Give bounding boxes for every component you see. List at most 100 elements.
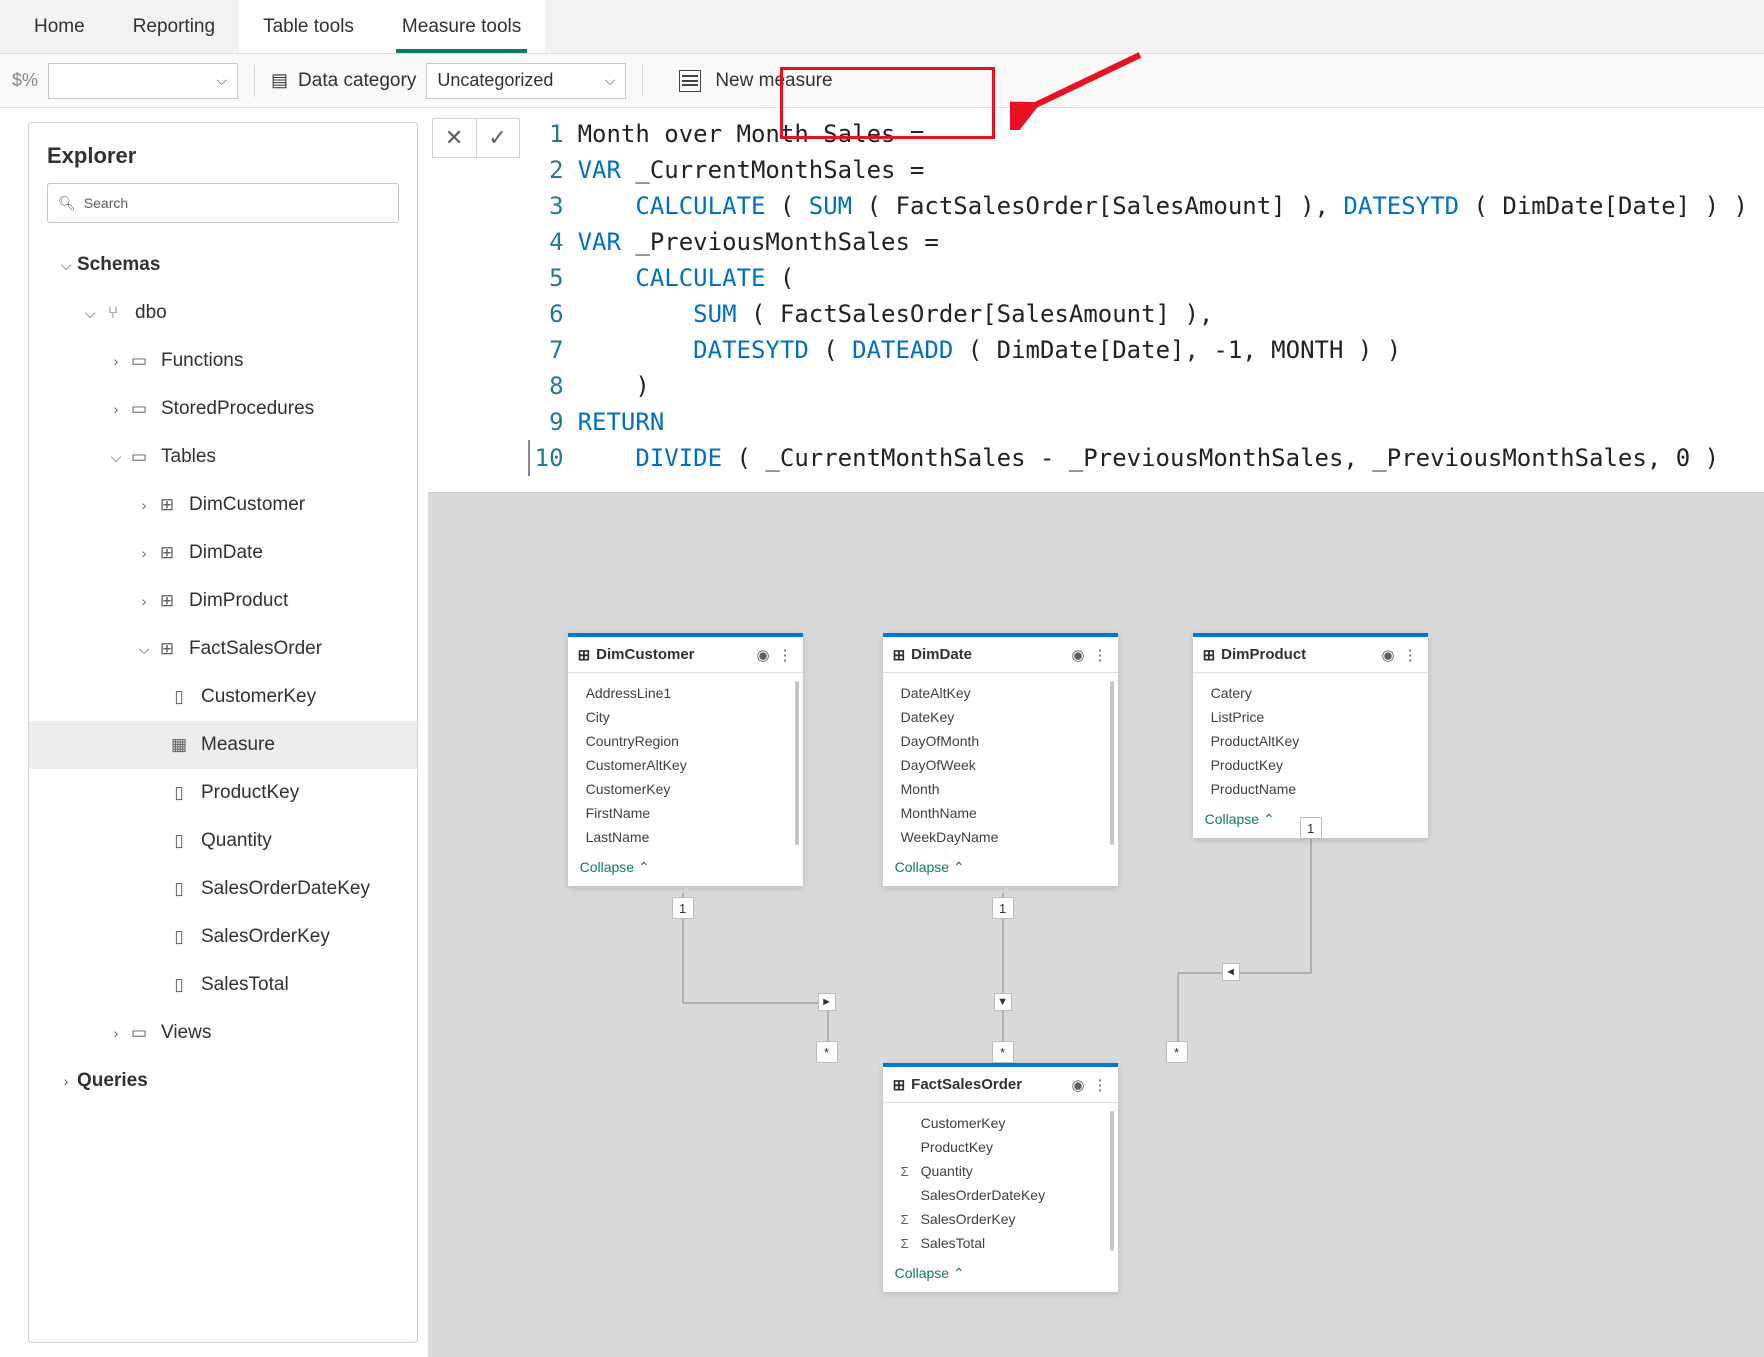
column-icon: ▯ — [167, 831, 191, 851]
tree-factsalesorder[interactable]: ⌵⊞FactSalesOrder — [29, 625, 417, 673]
ribbon-tabs: Home Reporting Table tools Measure tools — [0, 0, 1764, 54]
tab-table-tools[interactable]: Table tools — [239, 0, 378, 53]
tree-dimdate[interactable]: ›⊞DimDate — [29, 529, 417, 577]
cardinality-many: * — [816, 1041, 838, 1063]
field[interactable]: ΣSalesTotal — [901, 1231, 1114, 1255]
table-icon: ⊞ — [155, 591, 179, 611]
field[interactable]: ProductAltKey — [1211, 729, 1424, 753]
explorer-panel: Explorer 🔍︎ Search ⌵Schemas ⌵⑂dbo ›▭Func… — [28, 122, 418, 1343]
formula-bar: ✕ ✓ 1Month over Month Sales = 2VAR _Curr… — [428, 108, 1764, 493]
field[interactable]: ProductKey — [1211, 753, 1424, 777]
field[interactable]: LastName — [586, 825, 799, 849]
eye-icon[interactable]: ◉ — [1071, 646, 1084, 664]
table-icon: ⊞ — [893, 1076, 906, 1094]
new-measure-button[interactable]: New measure — [659, 57, 852, 105]
tree-col-measure[interactable]: ▦Measure — [29, 721, 417, 769]
entity-dimproduct[interactable]: ⊞DimProduct◉⋮ Catery ListPrice ProductAl… — [1193, 633, 1428, 838]
tree-storedprocedures[interactable]: ›▭StoredProcedures — [29, 385, 417, 433]
field[interactable]: CustomerAltKey — [586, 753, 799, 777]
tree-col-salesorderdatekey[interactable]: ▯SalesOrderDateKey — [29, 865, 417, 913]
tree-functions[interactable]: ›▭Functions — [29, 337, 417, 385]
chevron-down-icon: ⌵ — [605, 72, 616, 89]
explorer-tree: ⌵Schemas ⌵⑂dbo ›▭Functions ›▭StoredProce… — [29, 241, 417, 1105]
field[interactable]: CustomerKey — [901, 1111, 1114, 1135]
field[interactable]: ΣQuantity — [901, 1159, 1114, 1183]
entity-dimcustomer[interactable]: ⊞DimCustomer◉⋮ AddressLine1 City Country… — [568, 633, 803, 886]
formula-cancel-button[interactable]: ✕ — [432, 118, 476, 158]
collapse-link[interactable]: Collapse ⌃ — [568, 853, 803, 886]
measure-icon: ▦ — [167, 735, 191, 755]
table-icon: ⊞ — [155, 543, 179, 563]
formula-commit-button[interactable]: ✓ — [476, 118, 520, 158]
field[interactable]: ProductName — [1211, 777, 1424, 801]
collapse-link[interactable]: Collapse ⌃ — [883, 853, 1118, 886]
folder-icon: ▭ — [127, 399, 151, 419]
cardinality-one: 1 — [992, 897, 1014, 919]
field[interactable]: MonthName — [901, 801, 1114, 825]
eye-icon[interactable]: ◉ — [1071, 1076, 1084, 1094]
tree-dimcustomer[interactable]: ›⊞DimCustomer — [29, 481, 417, 529]
tab-home[interactable]: Home — [10, 0, 109, 53]
cardinality-one: 1 — [672, 897, 694, 919]
table-icon: ⊞ — [578, 646, 591, 664]
filter-direction-icon: ◄ — [1222, 963, 1240, 981]
collapse-link[interactable]: Collapse ⌃ — [883, 1259, 1118, 1292]
field[interactable]: Month — [901, 777, 1114, 801]
separator — [254, 65, 255, 97]
tree-col-quantity[interactable]: ▯Quantity — [29, 817, 417, 865]
tree-col-salesorderkey[interactable]: ▯SalesOrderKey — [29, 913, 417, 961]
table-icon: ⊞ — [155, 495, 179, 515]
data-category-icon: ▤ — [271, 70, 288, 91]
field[interactable]: ProductKey — [901, 1135, 1114, 1159]
tab-reporting[interactable]: Reporting — [109, 0, 239, 53]
tree-queries[interactable]: ›Queries — [29, 1057, 417, 1105]
field[interactable]: CountryRegion — [586, 729, 799, 753]
folder-icon: ▭ — [127, 447, 151, 467]
field[interactable]: CustomerKey — [586, 777, 799, 801]
field[interactable]: DateKey — [901, 705, 1114, 729]
format-icon: $% — [12, 70, 38, 91]
format-dropdown[interactable]: ⌵ — [48, 63, 238, 99]
field[interactable]: City — [586, 705, 799, 729]
dax-editor[interactable]: 1Month over Month Sales = 2VAR _CurrentM… — [520, 108, 1764, 492]
eye-icon[interactable]: ◉ — [756, 646, 769, 664]
field[interactable]: DayOfMonth — [901, 729, 1114, 753]
field[interactable]: AddressLine1 — [586, 681, 799, 705]
field[interactable]: ListPrice — [1211, 705, 1424, 729]
sigma-icon: Σ — [901, 1212, 915, 1227]
tree-col-salestotal[interactable]: ▯SalesTotal — [29, 961, 417, 1009]
data-category-label: Data category — [298, 70, 416, 92]
column-icon: ▯ — [167, 687, 191, 707]
tree-tables[interactable]: ⌵▭Tables — [29, 433, 417, 481]
more-icon[interactable]: ⋮ — [778, 646, 793, 664]
data-category-dropdown[interactable]: Uncategorized⌵ — [426, 63, 626, 99]
tree-views[interactable]: ›▭Views — [29, 1009, 417, 1057]
tree-dimproduct[interactable]: ›⊞DimProduct — [29, 577, 417, 625]
tree-dbo[interactable]: ⌵⑂dbo — [29, 289, 417, 337]
folder-icon: ▭ — [127, 1023, 151, 1043]
cardinality-many: * — [992, 1041, 1014, 1063]
entity-dimdate[interactable]: ⊞DimDate◉⋮ DateAltKey DateKey DayOfMonth… — [883, 633, 1118, 886]
field[interactable]: SalesOrderDateKey — [901, 1183, 1114, 1207]
more-icon[interactable]: ⋮ — [1093, 1076, 1108, 1094]
tab-measure-tools[interactable]: Measure tools — [378, 0, 545, 53]
entity-factsalesorder[interactable]: ⊞FactSalesOrder◉⋮ CustomerKey ProductKey… — [883, 1063, 1118, 1292]
schema-icon: ⑂ — [101, 303, 125, 323]
field[interactable]: FirstName — [586, 801, 799, 825]
filter-direction-icon: ▼ — [994, 993, 1012, 1011]
model-canvas[interactable]: ⊞DimCustomer◉⋮ AddressLine1 City Country… — [428, 493, 1764, 1357]
more-icon[interactable]: ⋮ — [1403, 646, 1418, 664]
eye-icon[interactable]: ◉ — [1381, 646, 1394, 664]
field[interactable]: Catery — [1211, 681, 1424, 705]
table-icon: ⊞ — [1203, 646, 1216, 664]
table-icon: ⊞ — [155, 639, 179, 659]
tree-schemas[interactable]: ⌵Schemas — [29, 241, 417, 289]
more-icon[interactable]: ⋮ — [1093, 646, 1108, 664]
field[interactable]: DayOfWeek — [901, 753, 1114, 777]
tree-col-productkey[interactable]: ▯ProductKey — [29, 769, 417, 817]
search-input[interactable]: 🔍︎ Search — [47, 183, 399, 223]
field[interactable]: DateAltKey — [901, 681, 1114, 705]
field[interactable]: ΣSalesOrderKey — [901, 1207, 1114, 1231]
tree-col-customerkey[interactable]: ▯CustomerKey — [29, 673, 417, 721]
field[interactable]: WeekDayName — [901, 825, 1114, 849]
